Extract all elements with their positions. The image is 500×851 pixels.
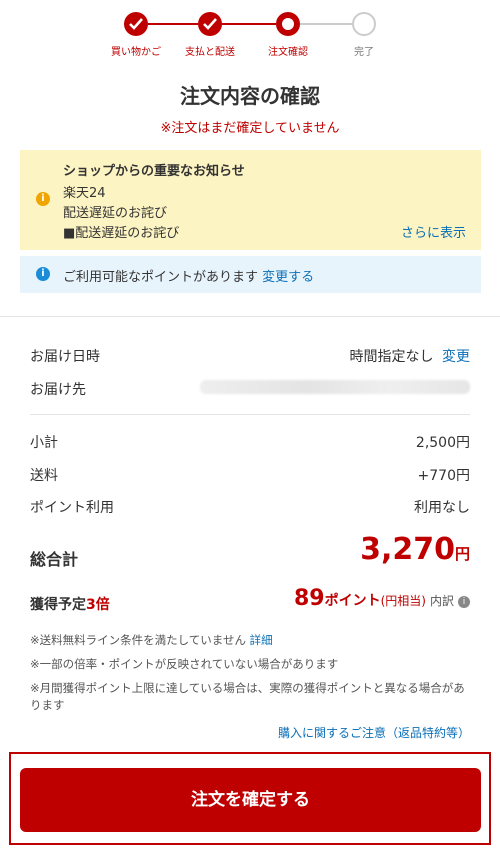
total-value: 3,270円	[360, 532, 470, 567]
points-use-value: 利用なし	[414, 500, 470, 516]
free-shipping-note-text: ※送料無料ライン条件を満たしていません	[30, 633, 246, 647]
shop-notice-line: ■配送遅延のお詫び	[63, 226, 180, 241]
points-available-label: ご利用可能なポイントがあります	[63, 270, 259, 285]
shipping-value: +770円	[417, 468, 470, 484]
step-payment-check-icon	[198, 12, 222, 36]
info-icon: i	[36, 267, 50, 281]
points-breakdown-link[interactable]: 内訳	[430, 594, 454, 608]
total-label: 総合計	[30, 550, 79, 569]
shop-notice-box: ショップからの重要なお知らせ i 楽天24 配送遅延のお詫び ■配送遅延のお詫び…	[20, 150, 481, 250]
purchase-notice-link[interactable]: 購入に関するご注意（返品特約等）	[278, 724, 470, 741]
shipping-label: 送料	[30, 468, 58, 484]
step-cart-check-icon	[124, 12, 148, 36]
confirm-order-button[interactable]: 注文を確定する	[20, 768, 481, 832]
free-shipping-detail-link[interactable]: 詳細	[250, 633, 273, 647]
shop-notice-line: 配送遅延のお詫び	[63, 206, 168, 221]
point-limit-note: ※月間獲得ポイント上限に達している場合は、実際の獲得ポイントと異なる場合がありま…	[30, 681, 465, 712]
step-connector	[222, 23, 276, 25]
section-divider	[0, 316, 500, 317]
earn-label-text: 獲得予定	[30, 597, 86, 613]
free-shipping-note: ※送料無料ライン条件を満たしていません 詳細	[30, 632, 475, 649]
delivery-date-label: お届け日時	[30, 349, 100, 365]
points-use-label: ポイント利用	[30, 500, 114, 516]
earn-multiplier: 3倍	[86, 597, 110, 613]
info-icon[interactable]: i	[458, 596, 470, 608]
show-more-link[interactable]: さらに表示	[401, 222, 466, 241]
page-title: 注文内容の確認	[180, 84, 320, 108]
earn-points-number: 89	[293, 586, 325, 611]
checkout-progress: 買い物かご 支払と配送 注文確認 完了	[0, 10, 500, 60]
earn-points-unit: ポイント	[324, 593, 381, 609]
step-label-complete: 完了	[354, 47, 374, 58]
warning-icon: i	[36, 192, 50, 206]
step-connector	[148, 23, 198, 25]
points-available-text: ご利用可能なポイントがあります 変更する	[63, 266, 314, 285]
shop-notice-line: 楽天24	[63, 186, 106, 201]
not-confirmed-warning: ※注文はまだ確定していません	[160, 121, 340, 136]
step-label-confirm: 注文確認	[268, 47, 308, 58]
step-confirm-current-icon	[276, 12, 300, 36]
subtotal-value: 2,500円	[415, 435, 470, 451]
delivery-date-text: 時間指定なし	[349, 349, 434, 365]
earn-points-label: 獲得予定3倍	[30, 594, 110, 614]
blurred-address	[200, 380, 470, 394]
total-unit: 円	[454, 545, 470, 563]
step-connector	[300, 23, 352, 25]
step-label-cart: 買い物かご	[111, 47, 161, 58]
divider	[30, 414, 470, 415]
earn-points-value: 89ポイント(円相当) 内訳 i	[294, 586, 470, 611]
step-label-payment: 支払と配送	[185, 47, 235, 58]
change-points-link[interactable]: 変更する	[262, 270, 314, 285]
delivery-address-label: お届け先	[30, 382, 86, 398]
earn-points-unit-sub: (円相当)	[380, 594, 426, 608]
multiplier-note: ※一部の倍率・ポイントが反映されていない場合があります	[30, 657, 339, 671]
points-available-notice: i ご利用可能なポイントがあります 変更する	[20, 256, 481, 293]
subtotal-label: 小計	[30, 435, 58, 451]
total-amount: 3,270	[360, 532, 455, 567]
shop-notice-title: ショップからの重要なお知らせ	[63, 164, 245, 179]
change-delivery-date-link[interactable]: 変更	[442, 349, 470, 365]
step-complete-empty-icon	[352, 12, 376, 36]
delivery-date-value: 時間指定なし 変更	[350, 346, 470, 366]
